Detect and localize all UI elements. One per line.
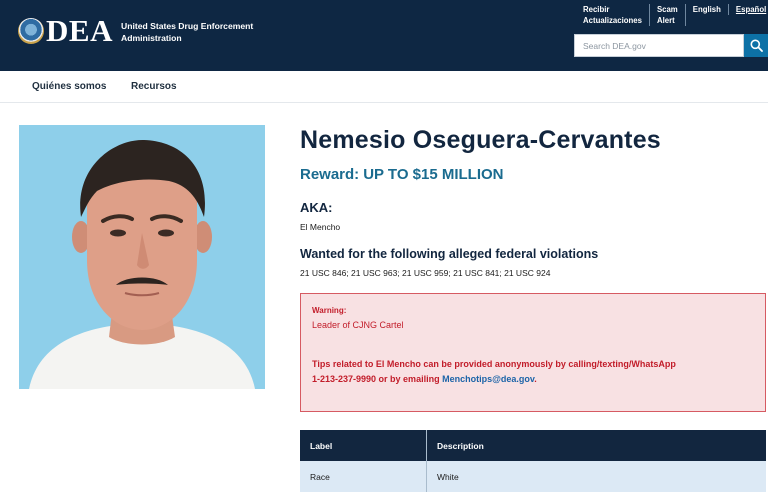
warning-text: Leader of CJNG Cartel (312, 320, 404, 330)
aka-value: El Mencho (300, 222, 341, 232)
agency-name-line2: Administration (121, 33, 182, 43)
table-cell-description: White (437, 472, 459, 482)
violations-heading: Wanted for the following alleged federal… (300, 247, 599, 261)
fugitive-photo (19, 125, 265, 389)
search-icon (750, 39, 763, 52)
violations-list: 21 USC 846; 21 USC 963; 21 USC 959; 21 U… (300, 268, 551, 278)
receive-updates-line2: Actualizaciones (583, 16, 642, 25)
reward: Reward: UP TO $15 MILLION (300, 166, 504, 183)
util-divider (684, 4, 686, 26)
table-row: Race White (300, 461, 766, 492)
fugitive-portrait (19, 125, 265, 389)
dea-logo-text[interactable]: DEA (46, 12, 113, 50)
main-nav: Quiénes somos Recursos (0, 71, 768, 103)
search-input[interactable]: Search DEA.gov (574, 34, 744, 57)
warning-label: Warning: (312, 306, 347, 315)
agency-name-line1: United States Drug Enforcement (121, 21, 254, 31)
warning-box: Warning: Leader of CJNG Cartel Tips rela… (300, 293, 766, 412)
scam-alert-line1: Scam (656, 5, 678, 14)
aka-heading: AKA: (300, 200, 333, 215)
tips-email-link[interactable]: Menchotips@dea.gov (442, 374, 534, 384)
tips-end: . (534, 374, 537, 384)
receive-updates-line1: Recibir (583, 5, 610, 14)
search-button[interactable] (744, 34, 768, 57)
receive-updates-link[interactable]: Recibir Actualizaciones (579, 4, 646, 28)
scam-alert-line2: Alert (656, 16, 675, 25)
utility-nav: Recibir Actualizaciones Scam Alert Engli… (579, 4, 768, 28)
reward-label: Reward: (300, 166, 360, 183)
fugitive-name: Nemesio Oseguera-Cervantes (300, 126, 661, 154)
tips-text: Tips related to El Mencho can be provide… (312, 357, 754, 387)
reward-amount: UP TO $15 MILLION (363, 166, 504, 183)
nav-item-quienes-somos[interactable]: Quiénes somos (32, 81, 106, 92)
tips-line2: 1-213-237-9990 or by emailing (312, 374, 443, 384)
language-espanol-link[interactable]: Español (732, 4, 768, 28)
scam-alert-link[interactable]: Scam Alert (653, 4, 682, 28)
language-english-link[interactable]: English (689, 4, 725, 28)
details-table: Label Description Race White (300, 430, 766, 492)
util-divider (727, 4, 729, 15)
nav-item-recursos[interactable]: Recursos (131, 81, 177, 92)
agency-name[interactable]: United States Drug Enforcement Administr… (121, 20, 271, 44)
dea-seal-icon[interactable] (18, 18, 44, 44)
table-header-label: Label (300, 430, 427, 461)
table-cell-label: Race (300, 461, 427, 492)
util-divider (648, 4, 650, 26)
table-header: Label Description (300, 430, 766, 461)
tips-line1: Tips related to El Mencho can be provide… (312, 359, 676, 369)
table-header-description: Description (437, 441, 484, 451)
site-header: DEA United States Drug Enforcement Admin… (0, 0, 768, 71)
